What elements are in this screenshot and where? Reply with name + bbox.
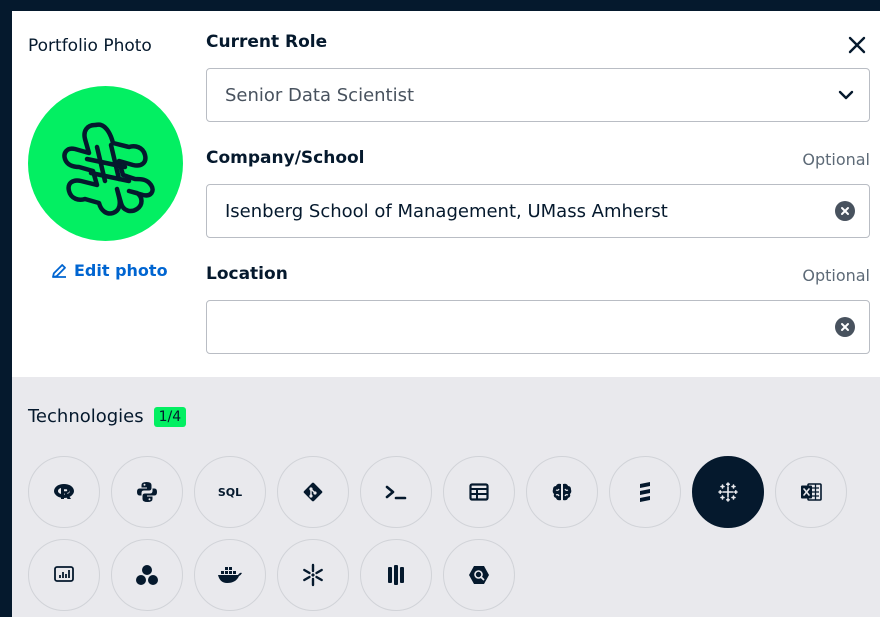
profile-form-section: Portfolio Photo Edit photo Current Role … (12, 11, 880, 377)
tech-excel-button[interactable] (775, 456, 847, 528)
hashtag-avatar-icon (61, 121, 155, 216)
edit-photo-label: Edit photo (74, 261, 168, 280)
chevron-down-icon (838, 90, 854, 100)
spreadsheet-icon (469, 483, 489, 501)
tech-tableau-button[interactable] (692, 456, 764, 528)
company-optional: Optional (802, 150, 870, 169)
tech-bigquery-button[interactable] (443, 539, 515, 611)
tech-spreadsheets-button[interactable] (443, 456, 515, 528)
company-label: Company/School (206, 148, 365, 168)
tech-power-bi-button[interactable] (28, 539, 100, 611)
tech-sql-button[interactable]: SQL (194, 456, 266, 528)
tech-scala-button[interactable] (609, 456, 681, 528)
location-label: Location (206, 264, 288, 284)
role-select[interactable]: Senior Data Scientist (206, 68, 870, 122)
terminal-icon (385, 485, 407, 500)
tech-shell-button[interactable] (360, 456, 432, 528)
company-value: Isenberg School of Management, UMass Amh… (225, 200, 668, 222)
brain-icon (552, 483, 572, 501)
role-value: Senior Data Scientist (225, 84, 415, 106)
git-logo-icon (303, 482, 323, 502)
tech-r-button[interactable] (28, 456, 100, 528)
avatar[interactable] (28, 86, 183, 241)
databricks-logo-icon (388, 565, 404, 585)
tech-alteryx-button[interactable] (111, 539, 183, 611)
pencil-icon (52, 263, 66, 278)
tech-snowflake-button[interactable] (277, 539, 349, 611)
photo-label: Portfolio Photo (28, 36, 152, 56)
clear-icon (841, 207, 849, 215)
tech-theory-button[interactable] (526, 456, 598, 528)
snowflake-logo-icon (303, 563, 323, 587)
technologies-title: Technologies (28, 406, 144, 427)
tech-python-button[interactable] (111, 456, 183, 528)
selection-count-badge: 1/4 (153, 406, 187, 427)
technologies-section: Technologies 1/4 SQL (12, 377, 880, 617)
excel-logo-icon (801, 483, 822, 501)
location-optional: Optional (802, 266, 870, 285)
python-logo-icon (137, 482, 157, 502)
tech-git-button[interactable] (277, 456, 349, 528)
alteryx-logo-icon (136, 565, 158, 585)
close-icon (848, 36, 866, 54)
scala-logo-icon (640, 482, 650, 502)
edit-photo-link[interactable]: Edit photo (50, 261, 168, 280)
power-bi-logo-icon (54, 566, 74, 582)
location-clear-button[interactable] (835, 317, 855, 337)
role-label: Current Role (206, 32, 328, 52)
tableau-logo-icon (718, 482, 738, 502)
clear-icon (841, 323, 849, 331)
company-clear-button[interactable] (835, 201, 855, 221)
bigquery-logo-icon (469, 566, 489, 584)
tech-docker-button[interactable] (194, 539, 266, 611)
location-input[interactable] (206, 300, 870, 354)
edit-profile-dialog: Portfolio Photo Edit photo Current Role … (12, 11, 880, 617)
docker-logo-icon (218, 567, 242, 583)
technologies-heading: Technologies 1/4 (28, 406, 187, 427)
company-input[interactable]: Isenberg School of Management, UMass Amh… (206, 184, 870, 238)
sql-icon: SQL (217, 485, 243, 499)
close-button[interactable] (844, 32, 870, 58)
r-logo-icon (54, 484, 74, 499)
tech-databricks-button[interactable] (360, 539, 432, 611)
